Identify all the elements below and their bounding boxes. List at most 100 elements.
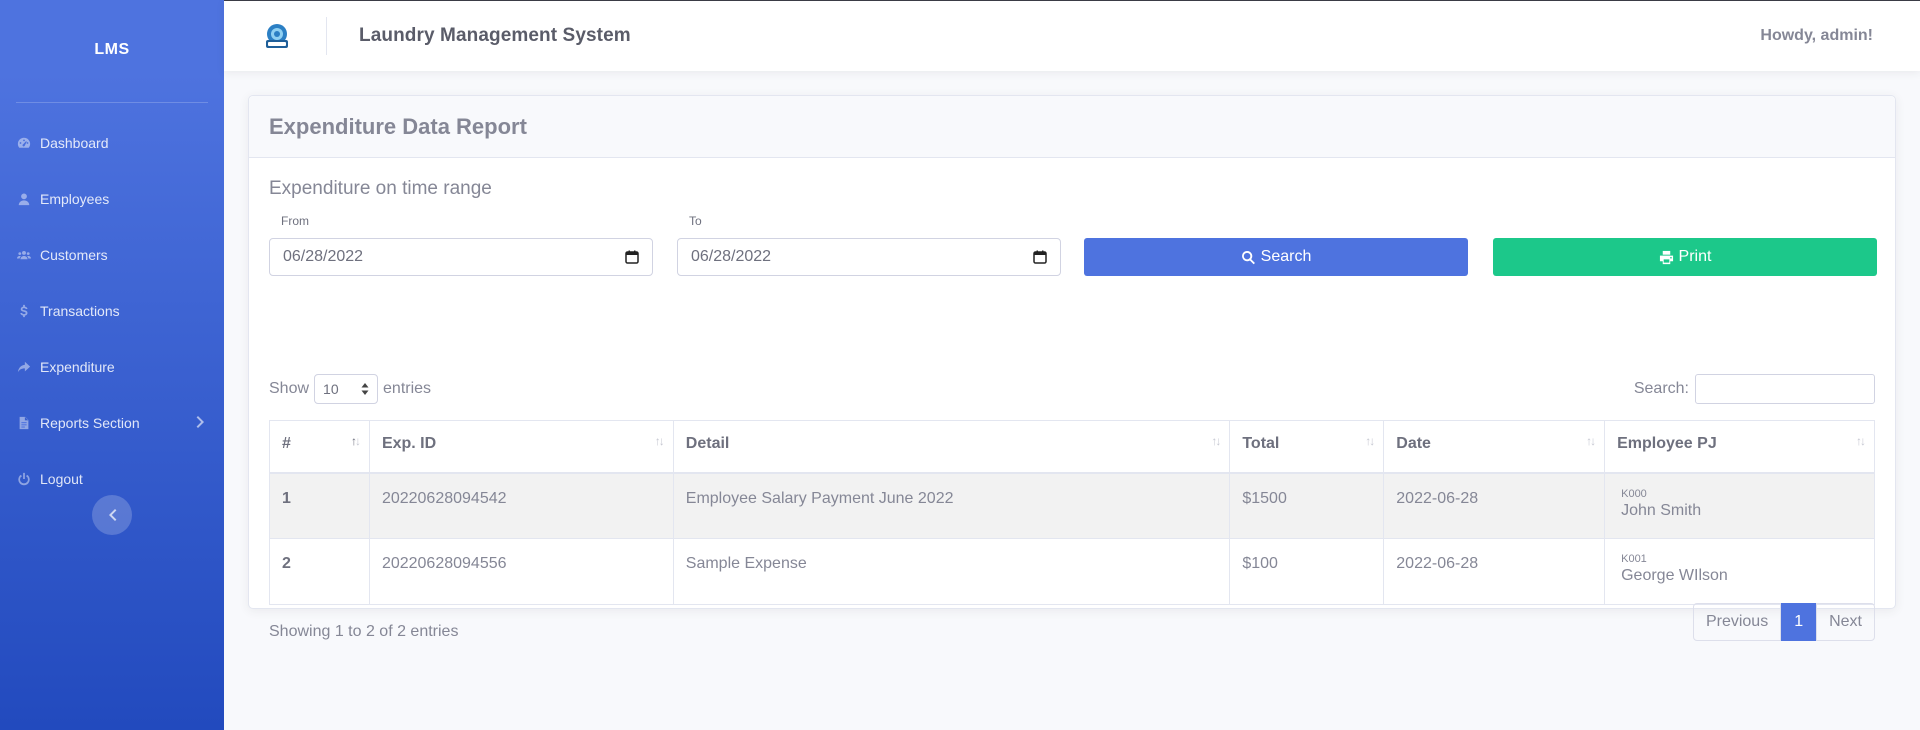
- cell-date: 2022-06-28: [1383, 472, 1606, 539]
- to-date-value: 06/28/2022: [691, 248, 772, 265]
- cell-exp-id: 20220628094556: [368, 538, 674, 605]
- employee-name: John Smith: [1621, 501, 1702, 519]
- search-icon: [1241, 250, 1255, 264]
- sidebar-item-label: Transactions: [40, 303, 120, 319]
- table-header-row: # ↑↓ Exp. ID ↑↓ Detail ↑↓ Total ↑↓ Date ↑↓ Em…: [269, 420, 1875, 474]
- to-label: To: [689, 214, 702, 228]
- sidebar-item-transactions[interactable]: Transactions: [0, 283, 224, 339]
- sidebar-item-dashboard[interactable]: Dashboard: [0, 115, 224, 171]
- sort-icon: ↑↓: [1586, 434, 1596, 448]
- table-row: 1 20220628094542 Employee Salary Payment…: [269, 472, 1875, 539]
- print-icon: [1659, 250, 1673, 264]
- print-button[interactable]: Print: [1493, 238, 1877, 276]
- column-header-exp-id[interactable]: Exp. ID ↑↓: [368, 420, 674, 474]
- app-title: Laundry Management System: [359, 25, 631, 46]
- search-button-label: Search: [1260, 248, 1312, 265]
- chevron-right-icon: [196, 415, 206, 431]
- to-date-input[interactable]: 06/28/2022: [677, 238, 1061, 276]
- dollar-icon: [16, 303, 32, 319]
- employee-code: K001: [1621, 553, 1647, 565]
- header-label: Total: [1242, 435, 1280, 452]
- column-header-total[interactable]: Total ↑↓: [1229, 420, 1385, 474]
- search-button[interactable]: Search: [1084, 238, 1468, 276]
- sort-asc-icon: ↑↓: [350, 434, 361, 448]
- sidebar-item-label: Reports Section: [40, 415, 140, 431]
- topbar-divider: [326, 17, 327, 55]
- header-label: #: [282, 435, 291, 452]
- cell-number: 1: [269, 472, 370, 539]
- sidebar-brand[interactable]: LMS: [0, 0, 224, 102]
- sidebar-nav: Dashboard Employees Customers Transactio…: [0, 103, 224, 507]
- sort-arrows-icon: [361, 383, 369, 395]
- from-label: From: [281, 214, 309, 228]
- to-field: To 06/28/2022: [677, 214, 1061, 276]
- cell-exp-id: 20220628094542: [368, 472, 674, 539]
- user-icon: [16, 191, 32, 207]
- from-date-value: 06/28/2022: [283, 248, 364, 265]
- table-info: Showing 1 to 2 of 2 entries: [269, 623, 459, 640]
- page-title: Expenditure Data Report: [269, 113, 527, 139]
- header-label: Employee PJ: [1617, 435, 1717, 452]
- employee-code: K000: [1621, 487, 1647, 500]
- sidebar: LMS Dashboard Employees Customers Transa…: [0, 0, 224, 730]
- cell-detail: Sample Expense: [672, 538, 1231, 605]
- topbar: Laundry Management System Howdy, admin!: [224, 0, 1920, 71]
- sidebar-toggle-button[interactable]: [92, 495, 132, 535]
- user-greeting[interactable]: Howdy, admin!: [1760, 27, 1873, 45]
- share-icon: [16, 359, 32, 375]
- sort-icon: ↑↓: [1211, 434, 1221, 448]
- header-label: Exp. ID: [381, 435, 437, 452]
- sidebar-item-customers[interactable]: Customers: [0, 227, 224, 283]
- sidebar-item-label: Dashboard: [40, 135, 109, 151]
- file-icon: [16, 415, 32, 431]
- card-header: Expenditure Data Report: [249, 96, 1895, 158]
- sidebar-item-label: Customers: [40, 247, 108, 263]
- show-label: Show: [269, 380, 310, 397]
- calendar-icon[interactable]: [1033, 250, 1047, 264]
- sidebar-item-label: Employees: [40, 191, 110, 207]
- sidebar-item-label: Logout: [40, 471, 83, 487]
- card-body: Expenditure on time range From 06/28/202…: [249, 158, 1895, 641]
- sidebar-item-label: Expenditure: [40, 359, 115, 375]
- chevron-left-icon: [109, 509, 117, 521]
- sort-icon: ↑↓: [654, 434, 665, 448]
- table-search-input[interactable]: [1695, 374, 1875, 404]
- previous-page-button[interactable]: Previous: [1692, 603, 1782, 641]
- column-header-number[interactable]: # ↑↓: [269, 420, 370, 474]
- header-label: Detail: [685, 435, 730, 452]
- cell-detail: Employee Salary Payment June 2022: [672, 472, 1231, 539]
- page-size-select[interactable]: 10: [314, 374, 379, 404]
- brand-text: LMS: [94, 41, 130, 58]
- app-logo: [260, 19, 294, 53]
- sort-icon: ↑↓: [1365, 434, 1375, 448]
- next-page-button[interactable]: Next: [1816, 603, 1875, 641]
- from-field: From 06/28/2022: [269, 214, 653, 276]
- from-date-input[interactable]: 06/28/2022: [269, 238, 653, 276]
- page-1-button[interactable]: 1: [1781, 603, 1817, 641]
- header-label: Date: [1396, 435, 1431, 452]
- table-search: Search:: [1634, 374, 1875, 404]
- sidebar-item-reports-section[interactable]: Reports Section: [0, 395, 224, 451]
- sidebar-item-expenditure[interactable]: Expenditure: [0, 339, 224, 395]
- page-size-value: 10: [323, 381, 339, 397]
- pagination: Previous 1 Next: [1692, 603, 1875, 641]
- cell-total: $1500: [1229, 472, 1385, 539]
- page-length-control: Show 10 entries: [269, 374, 431, 404]
- table-row: 2 20220628094556 Sample Expense $100 202…: [269, 538, 1875, 605]
- tachometer-icon: [16, 135, 32, 151]
- column-header-detail[interactable]: Detail ↑↓: [672, 420, 1231, 474]
- report-card: Expenditure Data Report Expenditure on t…: [248, 95, 1896, 641]
- cell-total: $100: [1229, 538, 1385, 605]
- cell-employee: K000 John Smith: [1604, 472, 1875, 539]
- sidebar-item-employees[interactable]: Employees: [0, 171, 224, 227]
- cell-employee: K001 George WIlson: [1604, 538, 1875, 605]
- expenditure-table: # ↑↓ Exp. ID ↑↓ Detail ↑↓ Total ↑↓ Date ↑↓ Em…: [269, 420, 1875, 605]
- cell-date: 2022-06-28: [1383, 538, 1606, 605]
- power-icon: [16, 471, 32, 487]
- calendar-icon[interactable]: [625, 250, 639, 264]
- column-header-date[interactable]: Date ↑↓: [1383, 420, 1606, 474]
- cell-number: 2: [269, 538, 370, 605]
- entries-label: entries: [383, 380, 432, 397]
- column-header-employee-pj[interactable]: Employee PJ ↑↓: [1604, 420, 1875, 474]
- date-range-row: From 06/28/2022 To 06/28/2022 Search Pri…: [269, 214, 1877, 278]
